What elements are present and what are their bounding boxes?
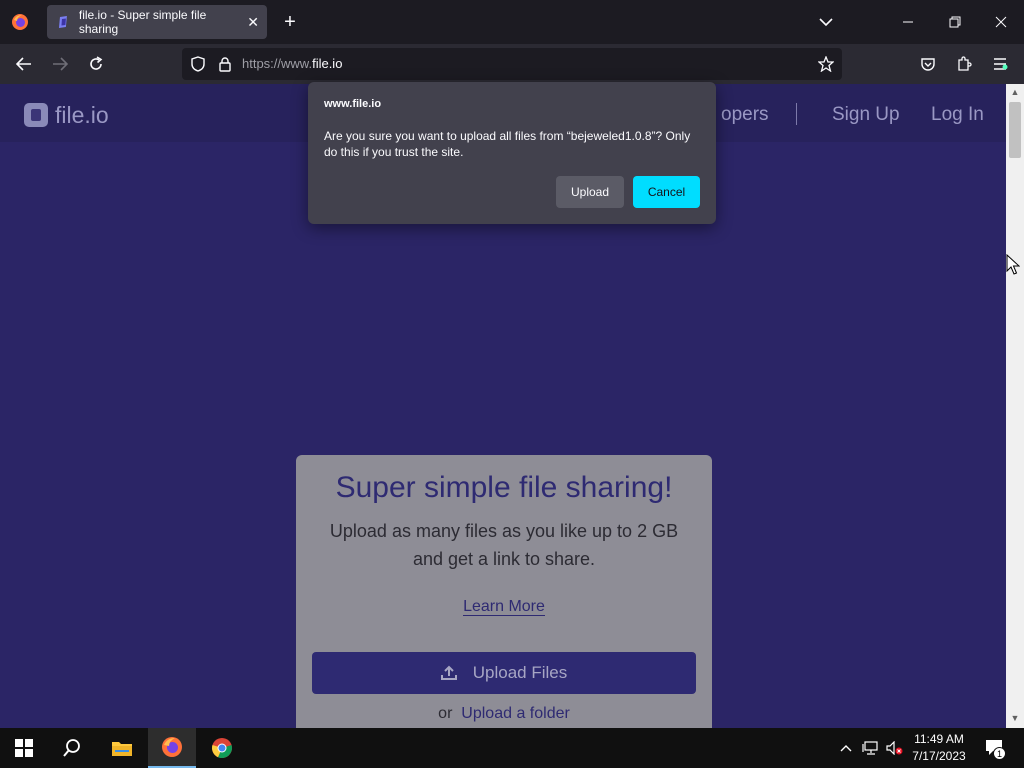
upload-card: Super simple file sharing! Upload as man…	[296, 455, 712, 728]
browser-nav-bar: https://www.file.io	[0, 44, 1024, 84]
network-icon[interactable]	[860, 728, 882, 768]
app-menu-icon[interactable]	[988, 52, 1012, 76]
scrollbar-thumb[interactable]	[1009, 102, 1021, 158]
search-button[interactable]	[48, 728, 96, 768]
dialog-upload-button[interactable]: Upload	[556, 176, 624, 208]
chrome-taskbar-button[interactable]	[198, 728, 246, 768]
scroll-up-icon[interactable]: ▲	[1009, 86, 1021, 98]
clock-time: 11:49 AM	[914, 732, 964, 746]
forward-icon[interactable]	[48, 52, 72, 76]
mouse-pointer-icon	[1006, 254, 1020, 275]
firefox-menu-icon[interactable]	[8, 10, 32, 34]
nav-developers-link[interactable]: opers	[721, 104, 769, 126]
windows-logo-icon	[15, 739, 33, 757]
volume-muted-icon[interactable]	[884, 728, 906, 768]
folder-icon	[112, 742, 132, 756]
nav-signup-link[interactable]: Sign Up	[832, 104, 900, 126]
minimize-icon[interactable]	[896, 10, 920, 34]
restore-window-icon[interactable]	[943, 10, 967, 34]
upload-icon	[440, 665, 457, 680]
upload-files-label: Upload Files	[472, 663, 568, 682]
upload-files-button[interactable]: Upload Files	[312, 652, 696, 694]
notification-count-badge: 1	[993, 747, 1006, 760]
page-scrollbar[interactable]: ▲ ▼	[1006, 84, 1024, 728]
url-text[interactable]: https://www.file.io	[242, 56, 342, 71]
url-prefix: https://www.	[242, 56, 313, 71]
card-subtitle-line2: and get a link to share.	[412, 549, 596, 569]
site-logo-text[interactable]: file.io	[55, 102, 109, 129]
url-bar[interactable]: https://www.file.io	[182, 48, 842, 80]
url-domain: file.io	[312, 56, 343, 71]
dialog-cancel-button[interactable]: Cancel	[633, 176, 700, 208]
reload-icon[interactable]	[84, 52, 108, 76]
scroll-down-icon[interactable]: ▼	[1009, 712, 1021, 724]
firefox-icon	[162, 737, 182, 757]
learn-more-label: Learn More	[463, 598, 545, 616]
clock-date: 7/17/2023	[912, 749, 966, 763]
firefox-taskbar-button[interactable]	[148, 728, 196, 768]
nav-divider	[796, 103, 797, 125]
close-window-icon[interactable]	[989, 10, 1013, 34]
list-all-tabs-icon[interactable]	[814, 10, 838, 34]
tab-file-io[interactable]: file.io - Super simple file sharing ✕	[47, 5, 267, 39]
dialog-origin: www.file.io	[324, 98, 382, 110]
search-icon	[63, 739, 80, 757]
card-subtitle-line1: Upload as many files as you like up to 2…	[329, 521, 679, 541]
start-button[interactable]	[0, 728, 48, 768]
tab-title: file.io - Super simple file sharing	[78, 8, 207, 36]
upload-folder-link[interactable]: Upload a folder	[461, 705, 570, 722]
learn-more-link[interactable]: Learn More	[296, 598, 712, 616]
close-tab-icon[interactable]: ✕	[247, 14, 259, 31]
show-hidden-icons-chevron-icon[interactable]	[836, 728, 856, 768]
system-clock[interactable]: 11:49 AM 7/17/2023	[906, 731, 972, 765]
new-tab-icon[interactable]: +	[278, 10, 302, 34]
chrome-icon	[212, 738, 232, 759]
upload-confirm-dialog: www.file.io Are you sure you want to upl…	[308, 82, 716, 224]
card-subtitle: Upload as many files as you like up to 2…	[296, 517, 712, 573]
pocket-icon[interactable]	[916, 52, 940, 76]
browser-tab-bar: file.io - Super simple file sharing ✕ +	[0, 0, 1024, 44]
bookmark-star-icon[interactable]	[816, 54, 836, 74]
nav-login-link[interactable]: Log In	[931, 104, 984, 126]
tracking-protection-shield-icon[interactable]	[188, 54, 208, 74]
back-icon[interactable]	[12, 52, 36, 76]
lock-icon[interactable]	[215, 54, 235, 74]
card-title: Super simple file sharing!	[335, 471, 673, 504]
notification-center-button[interactable]: 1	[980, 728, 1010, 768]
file-io-favicon-icon	[58, 16, 67, 28]
upload-folder-line: or Upload a folder	[296, 705, 712, 723]
windows-taskbar: 11:49 AM 7/17/2023 1	[0, 728, 1024, 768]
file-io-logo-icon[interactable]	[24, 103, 48, 127]
dialog-message: Are you sure you want to upload all file…	[324, 129, 691, 159]
file-explorer-taskbar-button[interactable]	[98, 728, 146, 768]
or-text: or	[438, 705, 453, 722]
extensions-icon[interactable]	[952, 52, 976, 76]
